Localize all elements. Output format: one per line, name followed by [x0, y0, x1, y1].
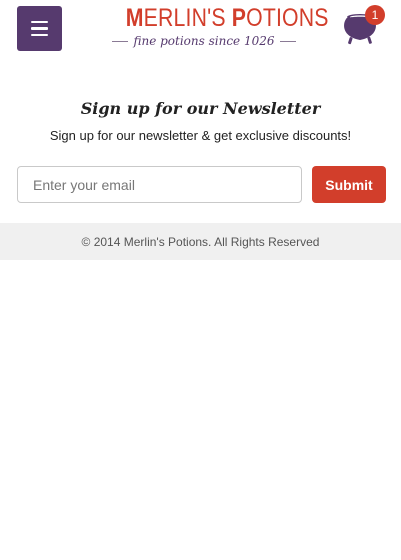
newsletter-section: Sign up for our Newsletter Sign up for o…	[0, 96, 401, 145]
cart-button[interactable]: 1	[343, 5, 389, 49]
logo-rule-right	[279, 40, 296, 42]
newsletter-title: Sign up for our Newsletter	[80, 99, 321, 118]
site-footer: © 2014 Merlin's Potions. All Rights Rese…	[0, 223, 401, 260]
cart-count-badge: 1	[365, 5, 385, 25]
logo-tagline: fine potions since 1026	[133, 34, 275, 48]
logo-title: MERLIN'S POTIONS	[125, 4, 329, 32]
copyright-text: © 2014 Merlin's Potions. All Rights Rese…	[81, 234, 320, 249]
hamburger-icon-bar	[31, 33, 48, 37]
newsletter-description: Sign up for our newsletter & get exclusi…	[49, 128, 352, 143]
hamburger-icon-bar	[31, 27, 48, 30]
email-input[interactable]	[17, 166, 302, 203]
site-header: MERLIN'S POTIONS fine potions since 1026…	[0, 0, 401, 60]
logo-rule-left	[112, 40, 129, 42]
site-logo[interactable]: MERLIN'S POTIONS fine potions since 1026	[112, 3, 329, 49]
submit-button[interactable]: Submit	[312, 166, 386, 203]
hamburger-icon	[31, 20, 48, 24]
menu-button[interactable]	[17, 6, 62, 51]
